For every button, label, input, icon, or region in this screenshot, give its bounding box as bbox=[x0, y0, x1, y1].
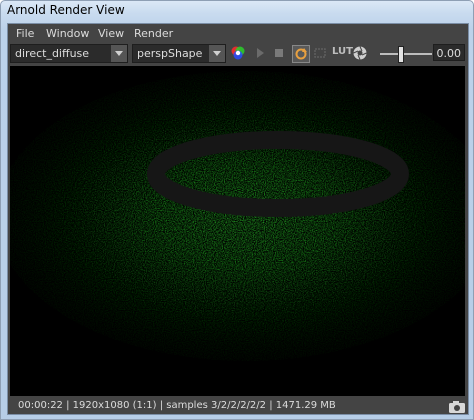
green-light-spot bbox=[10, 71, 465, 361]
menu-window[interactable]: Window bbox=[46, 27, 89, 40]
refresh-icon[interactable] bbox=[292, 45, 310, 63]
client-area: File Window View Render direct_diffuse p… bbox=[7, 23, 469, 415]
aov-dropdown[interactable]: direct_diffuse bbox=[10, 44, 128, 63]
status-bar: 00:00:22 | 1920x1080 (1:1) | samples 3/2… bbox=[8, 398, 468, 414]
render-viewport[interactable] bbox=[10, 66, 465, 396]
play-icon[interactable] bbox=[252, 45, 268, 61]
aperture-icon[interactable] bbox=[352, 45, 368, 61]
chevron-down-icon bbox=[111, 45, 127, 62]
lut-label[interactable]: LUT bbox=[332, 46, 353, 57]
render-view-window: Arnold Render View File Window View Rend… bbox=[0, 0, 474, 420]
chevron-down-icon bbox=[209, 45, 225, 62]
menu-render[interactable]: Render bbox=[134, 27, 173, 40]
menu-bar: File Window View Render bbox=[8, 24, 468, 44]
menu-file[interactable]: File bbox=[16, 27, 34, 40]
toolbar: direct_diffuse perspShape LUT 0.00 bbox=[8, 44, 468, 64]
render-status-text: 00:00:22 | 1920x1080 (1:1) | samples 3/2… bbox=[18, 400, 336, 411]
window-title: Arnold Render View bbox=[7, 3, 125, 17]
camera-dropdown[interactable]: perspShape bbox=[132, 44, 226, 63]
crop-region-icon[interactable] bbox=[312, 45, 328, 61]
exposure-value-field[interactable]: 0.00 bbox=[433, 44, 465, 61]
menu-view[interactable]: View bbox=[98, 27, 124, 40]
exposure-slider-track[interactable] bbox=[380, 53, 432, 55]
aov-value: direct_diffuse bbox=[15, 47, 90, 60]
camera-icon[interactable] bbox=[448, 399, 466, 413]
color-channels-icon[interactable] bbox=[230, 45, 246, 61]
stop-icon[interactable] bbox=[271, 45, 287, 61]
camera-value: perspShape bbox=[137, 47, 203, 60]
title-bar[interactable]: Arnold Render View bbox=[1, 1, 473, 21]
render-image bbox=[10, 66, 465, 396]
exposure-slider-thumb[interactable] bbox=[398, 46, 404, 63]
